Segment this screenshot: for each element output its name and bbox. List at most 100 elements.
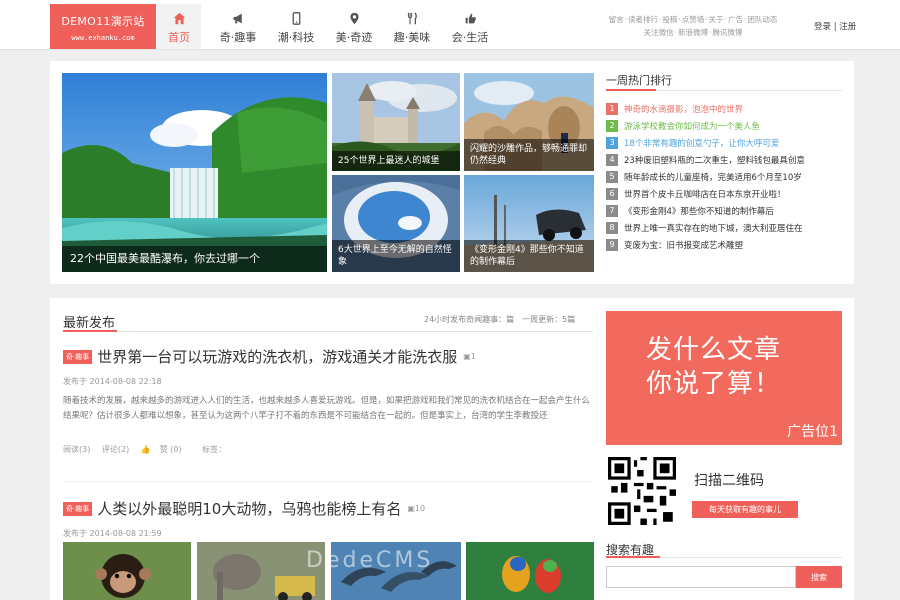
utility-links-row1: 留言·读者排行·投稿·点赞墙·关于·广告·团队动态 <box>608 15 778 24</box>
hot-ranking-item[interactable]: 1 神奇的水滴摄影，泡泡中的世界 <box>606 100 846 117</box>
logo-title: DEMO11演示站 <box>61 15 145 28</box>
dolphins-image <box>331 542 461 600</box>
phone-icon <box>273 12 319 26</box>
ad-banner[interactable]: 发什么文章 你说了算！ 广告位1 <box>606 311 842 445</box>
elephant-image <box>197 542 325 600</box>
fork-knife-icon <box>389 12 435 26</box>
util-link-team[interactable]: 团队动态 <box>747 15 777 24</box>
nav-item-label: 潮·科技 <box>277 31 315 44</box>
thumbnail-parrots[interactable] <box>466 542 594 600</box>
nav-item-food[interactable]: 趣·美味 <box>389 4 435 49</box>
qr-subscribe-button[interactable]: 每天获取有趣的事儿 <box>692 501 798 518</box>
util-link-about[interactable]: 关于 <box>709 15 724 24</box>
category-tag[interactable]: 奇·趣事 <box>63 501 93 516</box>
article-title-link[interactable]: 奇·趣事 人类以外最聪明10大动物，乌鸦也能榜上有名 ▣10 <box>63 498 593 519</box>
util-link-messages[interactable]: 留言 <box>609 15 624 24</box>
rank-badge: 1 <box>606 102 618 115</box>
featured-tile-sand[interactable]: 闪耀的沙雕作品，够畅通罪却仍然经典 <box>464 73 594 171</box>
nav-item-home[interactable]: 首页 <box>157 4 201 49</box>
hot-ranking-list: 1 神奇的水滴摄影，泡泡中的世界 2 游泳学校教会你如何成为一个美人鱼 3 18个非常… <box>606 100 846 253</box>
ad-slot-label: 广告位1 <box>787 424 838 440</box>
featured-big-caption: 22个中国最美最酷瀑布，你去过哪一个 <box>62 246 327 272</box>
util-link-tencent-weibo[interactable]: 腾讯微博 <box>712 28 742 37</box>
article-divider <box>63 481 593 482</box>
comment-count[interactable]: 评论(2) <box>102 445 129 454</box>
article-thumbnails <box>63 542 594 600</box>
hot-item-text: 变废为宝：旧书报变成艺术雕塑 <box>624 240 744 251</box>
thumbs-up-icon: 👍 <box>140 445 151 454</box>
featured-big-tile[interactable]: 22个中国最美最酷瀑布，你去过哪一个 <box>62 73 327 272</box>
utility-links: 留言·读者排行·投稿·点赞墙·关于·广告·团队动态 关注微信·新浪微博·腾讯微博 <box>589 13 797 39</box>
article-meta: 阅读(3) 评论(2) 👍 赞 (0) 标签： <box>63 444 593 455</box>
image-count-value: 10 <box>414 504 426 513</box>
hot-ranking-item[interactable]: 7 《变形金刚4》那些你不知道的制作幕后 <box>606 202 846 219</box>
image-count: ▣10 <box>407 504 425 513</box>
logo-url: www.exhanku.com <box>71 34 135 42</box>
rank-badge: 5 <box>606 170 618 183</box>
utility-links-row2: 关注微信·新浪微博·腾讯微博 <box>643 28 743 37</box>
article-title-link[interactable]: 奇·趣事 世界第一台可以玩游戏的洗衣机，游戏通关才能洗衣服 ▣1 <box>63 346 593 367</box>
site-logo[interactable]: DEMO11演示站 www.exhanku.com <box>50 4 156 49</box>
article-card: 奇·趣事 人类以外最聪明10大动物，乌鸦也能榜上有名 ▣10 发布于 2014-… <box>63 498 593 539</box>
login-link[interactable]: 登录 <box>814 22 831 32</box>
image-icon: ▣ <box>463 352 471 361</box>
nav-item-life[interactable]: 会·生活 <box>447 4 493 49</box>
featured-tile-caption: 6大世界上至今无解的自然怪象 <box>332 240 460 272</box>
article-title: 人类以外最聪明10大动物，乌鸦也能榜上有名 <box>97 500 402 518</box>
nav-item-label: 趣·美味 <box>393 31 431 44</box>
hot-ranking-item[interactable]: 9 变废为宝：旧书报变成艺术雕塑 <box>606 236 846 253</box>
thumbnail-chimp[interactable] <box>63 542 191 600</box>
hot-ranking-item[interactable]: 5 随年龄成长的儿童座椅，完美适用6个月至10岁 <box>606 168 846 185</box>
rank-badge: 6 <box>606 187 618 200</box>
parrots-image <box>466 542 594 600</box>
util-link-ads[interactable]: 广告 <box>728 15 743 24</box>
qr-code-icon <box>608 457 676 525</box>
rank-badge: 4 <box>606 153 618 166</box>
qr-label: 扫描二维码 <box>694 473 764 489</box>
util-link-submit[interactable]: 投稿 <box>662 15 677 24</box>
register-link[interactable]: 注册 <box>839 22 856 32</box>
featured-tile-castle[interactable]: 25个世界上最迷人的城堡 <box>332 73 460 171</box>
util-link-sina-weibo[interactable]: 新浪微博 <box>678 28 708 37</box>
featured-tile-nature[interactable]: 6大世界上至今无解的自然怪象 <box>332 175 460 272</box>
thumbnail-elephant[interactable] <box>197 542 325 600</box>
hot-ranking-item[interactable]: 2 游泳学校教会你如何成为一个美人鱼 <box>606 117 846 134</box>
featured-tile-caption: 闪耀的沙雕作品，够畅通罪却仍然经典 <box>464 139 594 171</box>
top-navbar: DEMO11演示站 www.exhanku.com 首页 奇·趣事 潮·科技 美… <box>0 0 900 50</box>
util-link-reader-rank[interactable]: 读者排行 <box>628 15 658 24</box>
image-icon: ▣ <box>407 504 415 513</box>
search-button[interactable]: 搜索 <box>796 566 842 588</box>
nav-item-label: 首页 <box>168 31 190 44</box>
read-count[interactable]: 阅读(3) <box>63 445 90 454</box>
ad-line1: 发什么文章 <box>646 335 782 365</box>
nav-item-wonders[interactable]: 美·奇迹 <box>331 4 377 49</box>
image-count-value: 1 <box>470 352 476 361</box>
nav-item-tech[interactable]: 潮·科技 <box>273 4 319 49</box>
like-count: 赞 (0) <box>159 445 182 454</box>
thumbnail-dolphins[interactable] <box>331 542 461 600</box>
hot-item-text: 世界上唯一真实存在的地下城，澳大利亚居住在 <box>624 223 803 234</box>
rank-badge: 7 <box>606 204 618 217</box>
like-button[interactable]: 👍 赞 (0) <box>141 445 191 454</box>
latest-title: 最新发布 <box>63 316 116 331</box>
featured-tile-transformers[interactable]: 《变形金刚4》那些你不知道的制作幕后 <box>464 175 594 272</box>
nav-item-oddities[interactable]: 奇·趣事 <box>215 4 261 49</box>
hot-ranking-item[interactable]: 6 世界首个皮卡丘咖啡店在日本东京开业啦！ <box>606 185 846 202</box>
search-accent <box>606 556 660 558</box>
hot-item-text: 游泳学校教会你如何成为一个美人鱼 <box>624 121 761 132</box>
hot-ranking-item[interactable]: 3 18个非常有趣的创意勺子，让你大呼可爱 <box>606 134 846 151</box>
search-input[interactable] <box>606 566 796 588</box>
util-link-wechat[interactable]: 关注微信 <box>644 28 674 37</box>
util-link-like-wall[interactable]: 点赞墙 <box>682 15 705 24</box>
hot-ranking-title: 一周热门排行 <box>606 74 672 87</box>
hot-ranking-item[interactable]: 8 世界上唯一真实存在的地下城，澳大利亚居住在 <box>606 219 846 236</box>
location-pin-icon <box>331 12 377 26</box>
hot-ranking-item[interactable]: 4 23种废旧塑料瓶的二次重生，塑料钱包最具创意 <box>606 151 846 168</box>
featured-tile-caption: 25个世界上最迷人的城堡 <box>332 151 460 171</box>
thumbs-up-icon <box>447 12 493 26</box>
latest-divider <box>63 331 593 332</box>
category-tag[interactable]: 奇·趣事 <box>63 349 93 364</box>
tags-label: 标签： <box>202 445 227 454</box>
featured-tile-caption: 《变形金刚4》那些你不知道的制作幕后 <box>464 240 594 272</box>
rank-badge: 9 <box>606 238 618 251</box>
